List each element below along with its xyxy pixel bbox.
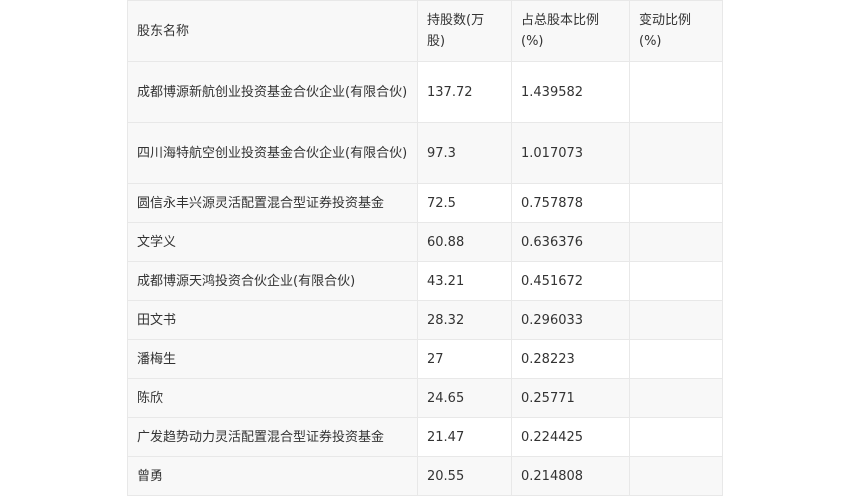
header-change-ratio: 变动比例(%) [629,0,723,62]
shareholder-name: 成都博源新航创业投资基金合伙企业(有限合伙) [127,61,418,123]
ratio-value: 0.28223 [511,339,630,379]
table-row: 文学义 60.88 0.636376 [127,222,723,262]
shareholder-name: 广发趋势动力灵活配置混合型证券投资基金 [127,417,418,457]
change-value [629,300,723,340]
shareholder-name: 圆信永丰兴源灵活配置混合型证券投资基金 [127,183,418,223]
ratio-value: 0.25771 [511,378,630,418]
table-header: 股东名称 持股数(万股) 占总股本比例(%) 变动比例(%) [127,0,723,62]
shareholder-name: 曾勇 [127,456,418,496]
table-row: 成都博源新航创业投资基金合伙企业(有限合伙) 137.72 1.439582 [127,61,723,123]
table-row: 曾勇 20.55 0.214808 [127,456,723,496]
table-body: 成都博源新航创业投资基金合伙企业(有限合伙) 137.72 1.439582 四… [127,61,723,496]
table-row: 圆信永丰兴源灵活配置混合型证券投资基金 72.5 0.757878 [127,183,723,223]
ratio-value: 0.451672 [511,261,630,301]
change-value [629,61,723,123]
shares-value: 20.55 [417,456,512,496]
table-row: 潘梅生 27 0.28223 [127,339,723,379]
change-value [629,378,723,418]
shareholder-name: 潘梅生 [127,339,418,379]
table-row: 成都博源天鸿投资合伙企业(有限合伙) 43.21 0.451672 [127,261,723,301]
shareholder-name: 田文书 [127,300,418,340]
ratio-value: 0.296033 [511,300,630,340]
header-shareholder-name: 股东名称 [127,0,418,62]
shareholder-name: 成都博源天鸿投资合伙企业(有限合伙) [127,261,418,301]
change-value [629,417,723,457]
ratio-value: 1.439582 [511,61,630,123]
shareholder-name: 四川海特航空创业投资基金合伙企业(有限合伙) [127,122,418,184]
ratio-value: 0.757878 [511,183,630,223]
shares-value: 137.72 [417,61,512,123]
shares-value: 27 [417,339,512,379]
ratio-value: 0.636376 [511,222,630,262]
header-row: 股东名称 持股数(万股) 占总股本比例(%) 变动比例(%) [127,0,723,62]
change-value [629,456,723,496]
shareholder-name: 陈欣 [127,378,418,418]
shares-value: 28.32 [417,300,512,340]
ratio-value: 1.017073 [511,122,630,184]
shares-value: 24.65 [417,378,512,418]
change-value [629,222,723,262]
change-value [629,339,723,379]
shares-value: 97.3 [417,122,512,184]
table-row: 陈欣 24.65 0.25771 [127,378,723,418]
shares-value: 21.47 [417,417,512,457]
table-row: 四川海特航空创业投资基金合伙企业(有限合伙) 97.3 1.017073 [127,122,723,184]
change-value [629,261,723,301]
ratio-value: 0.224425 [511,417,630,457]
page: 股东名称 持股数(万股) 占总股本比例(%) 变动比例(%) 成都博源新航创业投… [0,0,850,496]
change-value [629,122,723,184]
shares-value: 72.5 [417,183,512,223]
shares-value: 43.21 [417,261,512,301]
change-value [629,183,723,223]
table-row: 田文书 28.32 0.296033 [127,300,723,340]
header-share-ratio: 占总股本比例(%) [511,0,630,62]
shareholder-name: 文学义 [127,222,418,262]
header-shares: 持股数(万股) [417,0,512,62]
table-row: 广发趋势动力灵活配置混合型证券投资基金 21.47 0.224425 [127,417,723,457]
shares-value: 60.88 [417,222,512,262]
shareholders-table: 股东名称 持股数(万股) 占总股本比例(%) 变动比例(%) 成都博源新航创业投… [127,0,723,496]
ratio-value: 0.214808 [511,456,630,496]
